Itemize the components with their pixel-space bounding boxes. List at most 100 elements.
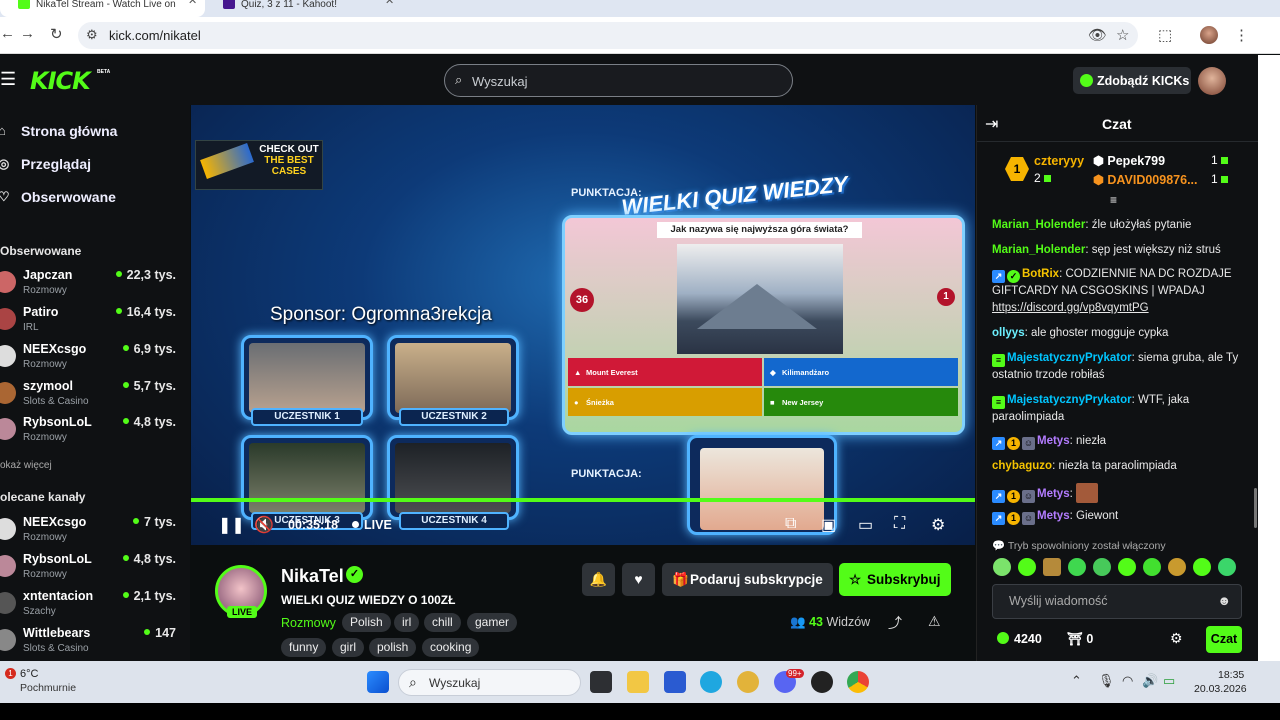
sidebar-item-following[interactable]: ♡ Obserwowane: [0, 189, 116, 205]
recommended-channel[interactable]: NEEXcsgo Rozmowy 7 tys.: [0, 515, 190, 551]
collapse-chat-icon[interactable]: ⇥: [985, 114, 998, 134]
taskbar-search[interactable]: ⌕ Wyszukaj: [398, 669, 581, 696]
weather-description[interactable]: Pochmurnie: [20, 682, 76, 694]
chat-username[interactable]: ollyys: [992, 327, 1025, 339]
report-warning-icon[interactable]: ⚠: [928, 613, 941, 630]
chat-link[interactable]: https://discord.gg/vp8vqymtPG: [992, 302, 1149, 314]
url-field[interactable]: [78, 22, 1138, 49]
subscribe-button[interactable]: ☆ Subskrybuj: [839, 563, 951, 596]
wifi-icon[interactable]: ◠: [1122, 673, 1133, 689]
weather-temperature[interactable]: 6°C: [20, 668, 38, 680]
close-tab-icon[interactable]: ✕: [385, 0, 394, 7]
emote-icon[interactable]: [1193, 558, 1211, 576]
mute-icon[interactable]: 🔇: [254, 515, 274, 535]
chat-message-input[interactable]: Wyślij wiadomość ☻: [992, 584, 1242, 619]
followed-channel[interactable]: RybsonLoL Rozmowy 4,8 tys.: [0, 415, 190, 451]
recommended-channel[interactable]: RybsonLoL Rozmowy 4,8 tys.: [0, 552, 190, 588]
store-icon[interactable]: [664, 671, 686, 693]
send-chat-button[interactable]: Czat: [1206, 626, 1242, 653]
clock-date[interactable]: 20.03.2026: [1194, 683, 1247, 695]
emote-icon[interactable]: [1018, 558, 1036, 576]
emote-icon[interactable]: [1093, 558, 1111, 576]
clock-time[interactable]: 18:35: [1218, 669, 1244, 681]
browser-tab-kick[interactable]: NikaTel Stream - Watch Live on ✕: [0, 0, 205, 17]
file-explorer-icon[interactable]: [627, 671, 649, 693]
chat-username[interactable]: MajestatycznyPrykator: [1007, 394, 1132, 406]
windows-start-icon[interactable]: [367, 671, 389, 693]
emote-icon[interactable]: [993, 558, 1011, 576]
chat-username[interactable]: Marian_Holender: [992, 219, 1085, 231]
search-input[interactable]: ⌕ Wyszukaj: [444, 64, 793, 97]
kick-logo[interactable]: KICK: [30, 67, 91, 95]
fullscreen-icon[interactable]: ⛶: [894, 515, 905, 533]
url-text[interactable]: kick.com/nikatel: [109, 28, 201, 43]
browser-profile-avatar[interactable]: [1200, 26, 1218, 44]
chrome-icon[interactable]: [847, 671, 869, 693]
get-kicks-button[interactable]: Zdobądź KICKs: [1073, 67, 1191, 94]
emote-icon[interactable]: [1143, 558, 1161, 576]
emote-icon[interactable]: [1168, 558, 1186, 576]
reload-icon[interactable]: ↻: [50, 25, 63, 43]
battery-icon[interactable]: ▭: [1163, 673, 1175, 689]
miniplayer-icon[interactable]: ⧉: [785, 515, 796, 533]
user-avatar[interactable]: [1198, 67, 1226, 95]
chat-username[interactable]: Metys: [1037, 488, 1070, 500]
forward-arrow-icon[interactable]: →: [20, 25, 35, 42]
chat-scrollbar-thumb[interactable]: [1254, 488, 1257, 528]
video-player[interactable]: CHECK OUT THE BEST CASES WIELKI QUIZ WIE…: [191, 105, 975, 545]
gifter-name[interactable]: czteryyy: [1034, 154, 1084, 168]
stream-tag[interactable]: irl: [394, 613, 420, 632]
hamburger-menu-icon[interactable]: ☰: [0, 69, 16, 90]
stream-category-link[interactable]: Rozmowy: [281, 616, 336, 630]
followed-channel[interactable]: Patiro IRL 16,4 tys.: [0, 305, 190, 341]
eye-off-icon[interactable]: 👁: [1088, 26, 1107, 44]
gifter-name[interactable]: ⬢ Pepek799: [1093, 153, 1165, 168]
chat-username[interactable]: Metys: [1037, 435, 1070, 447]
microphone-icon[interactable]: 🎙: [1098, 673, 1115, 689]
chat-username[interactable]: Marian_Holender: [992, 244, 1085, 256]
notification-bell-button[interactable]: 🔔: [582, 563, 615, 596]
gifter-name[interactable]: ⬢ DAVID009876...: [1093, 172, 1198, 187]
show-more-link[interactable]: okaż więcej: [0, 460, 52, 471]
stream-tag[interactable]: polish: [369, 638, 417, 657]
menu-kebab-icon[interactable]: ⋮: [1234, 26, 1249, 44]
emote-icon[interactable]: [1218, 558, 1236, 576]
stream-tag[interactable]: girl: [332, 638, 365, 657]
channel-points[interactable]: 4240: [997, 632, 1042, 646]
site-settings-icon[interactable]: ⚙: [86, 27, 98, 43]
emoji-picker-icon[interactable]: ☻: [1217, 593, 1231, 608]
browser-tab-kahoot[interactable]: Quiz, 3 z 11 - Kahoot! ✕: [205, 0, 410, 17]
close-tab-icon[interactable]: ✕: [188, 0, 197, 7]
pause-icon[interactable]: ❚❚: [218, 515, 245, 535]
app-icon[interactable]: [811, 671, 833, 693]
stream-tag[interactable]: gamer: [467, 613, 518, 632]
sidebar-item-home[interactable]: ⌂ Strona główna: [0, 123, 117, 139]
chat-username[interactable]: chybaguzo: [992, 460, 1052, 472]
clip-icon[interactable]: ▣: [821, 515, 836, 535]
emote-icon[interactable]: [1043, 558, 1061, 576]
expand-gifters-icon[interactable]: ≡: [1110, 193, 1117, 207]
theater-mode-icon[interactable]: ▭: [858, 515, 873, 535]
recommended-channel[interactable]: xntentacion Szachy 2,1 tys.: [0, 589, 190, 625]
playback-progress-bar[interactable]: [191, 498, 975, 502]
sidebar-item-browse[interactable]: ◎ Przeglądaj: [0, 156, 91, 172]
share-icon[interactable]: ⤴: [888, 613, 902, 633]
stream-tag[interactable]: cooking: [422, 638, 480, 657]
chat-username[interactable]: MajestatycznyPrykator: [1007, 352, 1132, 364]
task-view-icon[interactable]: [590, 671, 612, 693]
streamer-name[interactable]: NikaTel: [281, 566, 344, 587]
app-icon[interactable]: [737, 671, 759, 693]
followed-channel[interactable]: Japczan Rozmowy 22,3 tys.: [0, 268, 190, 304]
stream-tag[interactable]: chill: [424, 613, 461, 632]
chat-username[interactable]: Metys: [1037, 510, 1070, 522]
volume-icon[interactable]: 🔊: [1142, 673, 1158, 689]
emote-icon[interactable]: [1068, 558, 1086, 576]
followed-channel[interactable]: szymool Slots & Casino 5,7 tys.: [0, 379, 190, 415]
bookmark-star-icon[interactable]: ☆: [1116, 26, 1129, 44]
gift-subscription-button[interactable]: 🎁 Podaruj subskrypcje: [662, 563, 833, 596]
chat-settings-icon[interactable]: ⚙: [1170, 630, 1183, 647]
tray-chevron-up-icon[interactable]: ⌃: [1071, 673, 1082, 689]
extensions-icon[interactable]: ⬚: [1158, 26, 1172, 44]
stream-tag[interactable]: funny: [281, 638, 327, 657]
follow-heart-button[interactable]: ♥: [622, 563, 655, 596]
